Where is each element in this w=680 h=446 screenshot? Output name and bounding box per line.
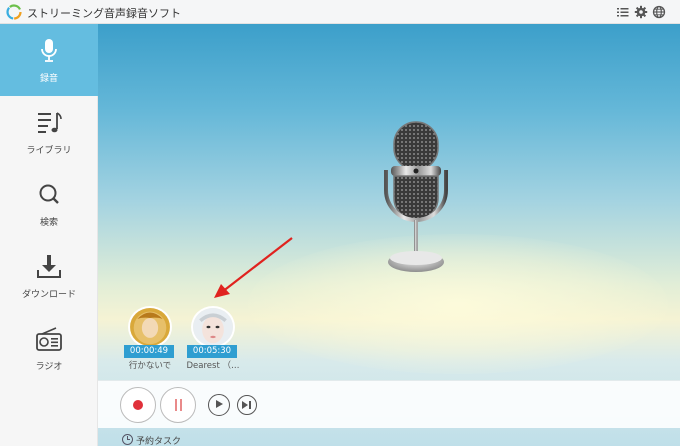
sidebar-item-download[interactable]: ダウンロード bbox=[0, 240, 98, 312]
track-duration: 00:05:30 bbox=[187, 345, 237, 358]
sidebar-item-label: ライブラリ bbox=[26, 146, 72, 156]
sidebar-item-label: ダウンロード bbox=[21, 290, 76, 300]
sidebar-item-search[interactable]: 検索 bbox=[0, 168, 98, 240]
sidebar-item-radio[interactable]: ラジオ bbox=[0, 312, 98, 384]
next-button[interactable] bbox=[237, 395, 257, 415]
studio-microphone-image bbox=[384, 121, 448, 272]
sidebar: 録音 ライブラリ 検索 ダウンロード ラジオ bbox=[0, 24, 98, 446]
title-bar: ストリーミング音声録音ソフト bbox=[0, 0, 680, 24]
app-logo-icon bbox=[6, 4, 22, 20]
pause-button[interactable] bbox=[160, 387, 196, 423]
radio-icon bbox=[36, 327, 62, 351]
next-triangle bbox=[242, 401, 248, 409]
menu-list-icon[interactable] bbox=[616, 5, 630, 19]
sidebar-item-label: 録音 bbox=[39, 74, 58, 84]
track-name: Dearest （… bbox=[186, 361, 240, 371]
globe-icon[interactable] bbox=[652, 5, 666, 19]
search-icon bbox=[39, 184, 59, 204]
track-duration: 00:00:49 bbox=[124, 345, 174, 358]
download-icon bbox=[37, 255, 61, 278]
sidebar-item-library[interactable]: ライブラリ bbox=[0, 96, 98, 168]
album-cover bbox=[128, 306, 172, 348]
clock-icon bbox=[122, 434, 133, 445]
sidebar-item-label: ラジオ bbox=[35, 362, 63, 372]
record-button[interactable] bbox=[120, 387, 156, 423]
track-name: 行かないで bbox=[128, 361, 172, 371]
playback-controls bbox=[98, 380, 680, 428]
microphone-icon bbox=[41, 39, 57, 62]
scheduled-tasks-label: 予約タスク bbox=[136, 437, 182, 446]
music-list-icon bbox=[38, 112, 62, 133]
background-glow bbox=[248, 234, 668, 374]
recorded-track[interactable]: 00:05:30 Dearest （… bbox=[183, 306, 243, 372]
gear-icon[interactable] bbox=[634, 5, 648, 19]
next-bar bbox=[249, 401, 251, 409]
recording-panel: 00:00:49 行かないで 00:05:30 Dearest （… 予約タスク bbox=[98, 24, 680, 446]
annotation-arrow bbox=[214, 237, 293, 298]
app-title: ストリーミング音声録音ソフト bbox=[27, 7, 181, 20]
play-button[interactable] bbox=[208, 394, 230, 416]
recorded-track[interactable]: 00:00:49 行かないで bbox=[120, 306, 180, 372]
album-cover bbox=[191, 306, 235, 348]
sidebar-item-record[interactable]: 録音 bbox=[0, 24, 98, 96]
sidebar-item-label: 検索 bbox=[39, 218, 58, 228]
